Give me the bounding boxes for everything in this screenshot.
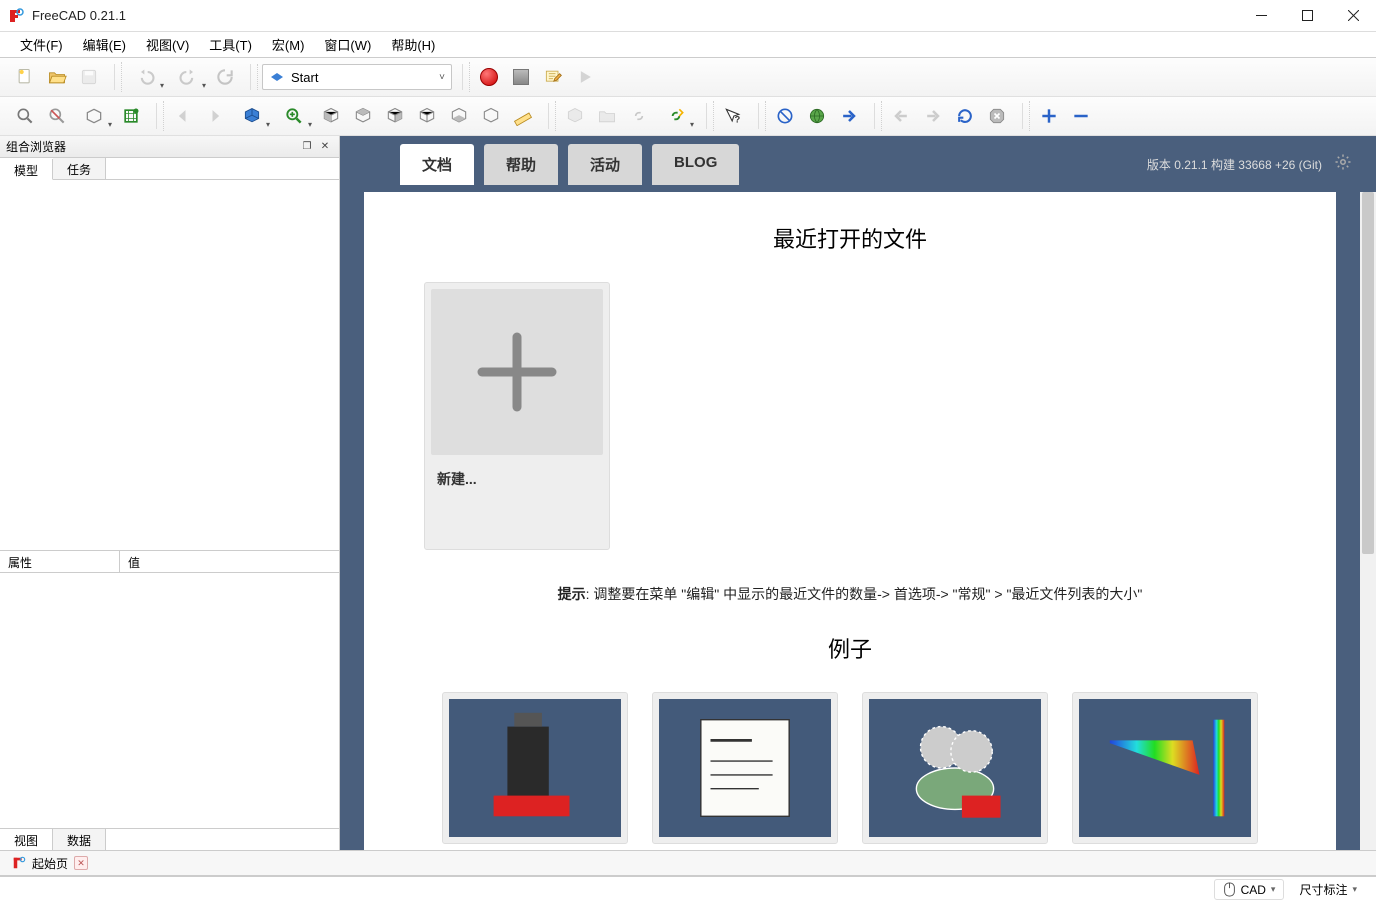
document-tab-close[interactable]: ✕ <box>74 856 88 870</box>
link-actions-button[interactable] <box>656 101 696 131</box>
start-tab-activity[interactable]: 活动 <box>568 144 642 185</box>
combo-view-panel: 组合浏览器 ❐ ✕ 模型 任务 属性 值 视图 数据 <box>0 136 340 850</box>
web-home-button[interactable] <box>802 101 832 131</box>
new-file-button[interactable] <box>10 62 40 92</box>
property-body[interactable] <box>0 573 339 828</box>
refresh-button[interactable] <box>210 62 240 92</box>
start-tab-blog[interactable]: BLOG <box>652 144 739 185</box>
web-fwd-button[interactable] <box>918 101 948 131</box>
toolbar-view: ? <box>0 97 1376 136</box>
macro-record-button[interactable] <box>474 62 504 92</box>
document-tab-start[interactable]: 起始页 ✕ <box>4 851 96 876</box>
nav-forward-button[interactable] <box>200 101 230 131</box>
view-bottom-button[interactable] <box>444 101 474 131</box>
dimension-selector[interactable]: 尺寸标注 ▾ <box>1290 878 1366 901</box>
prop-tab-view[interactable]: 视图 <box>0 829 53 850</box>
web-reload-button[interactable] <box>950 101 980 131</box>
nav-back-button[interactable] <box>168 101 198 131</box>
example-card-3[interactable] <box>862 692 1048 844</box>
freecad-icon <box>12 856 26 870</box>
document-tab-bar: 起始页 ✕ <box>0 850 1376 876</box>
measure-button[interactable] <box>508 101 538 131</box>
maximize-button[interactable] <box>1284 0 1330 32</box>
examples-heading: 例子 <box>424 632 1276 664</box>
whats-this-button[interactable]: ? <box>718 101 748 131</box>
close-button[interactable] <box>1330 0 1376 32</box>
nav-style-selector[interactable]: CAD ▾ <box>1214 879 1285 900</box>
link-make-button[interactable] <box>624 101 654 131</box>
fit-selection-button[interactable] <box>42 101 72 131</box>
menu-view[interactable]: 视图(V) <box>136 31 199 58</box>
hint-text: 提示: 调整要在菜单 "编辑" 中显示的最近文件的数量-> 首选项-> "常规"… <box>424 584 1276 604</box>
web-next-button[interactable] <box>834 101 864 131</box>
menu-file[interactable]: 文件(F) <box>10 31 73 58</box>
title-bar: FreeCAD 0.21.1 <box>0 0 1376 32</box>
workbench-selector[interactable]: Start ˅ <box>262 64 452 90</box>
view-rear-button[interactable] <box>412 101 442 131</box>
new-document-card[interactable]: 新建... <box>424 282 610 550</box>
menu-bar: 文件(F) 编辑(E) 视图(V) 工具(T) 宏(M) 窗口(W) 帮助(H) <box>0 32 1376 58</box>
example-card-4[interactable] <box>1072 692 1258 844</box>
zoom-button[interactable] <box>274 101 314 131</box>
vertical-scrollbar[interactable] <box>1360 192 1376 850</box>
viewport: 文档 帮助 活动 BLOG 版本 0.21.1 构建 33668 +26 (Gi… <box>340 136 1376 850</box>
web-cancel-button[interactable] <box>982 101 1012 131</box>
recent-files-heading: 最近打开的文件 <box>424 222 1276 254</box>
property-header: 属性 值 <box>0 551 339 573</box>
document-tab-label: 起始页 <box>32 855 68 872</box>
new-document-label: 新建... <box>431 455 603 503</box>
redo-button[interactable] <box>168 62 208 92</box>
menu-help[interactable]: 帮助(H) <box>381 31 445 58</box>
macro-edit-button[interactable] <box>538 62 568 92</box>
start-tab-documents[interactable]: 文档 <box>400 144 474 185</box>
make-part-button[interactable] <box>560 101 590 131</box>
status-bar: CAD ▾ 尺寸标注 ▾ <box>0 876 1376 902</box>
panel-close-button[interactable]: ✕ <box>317 139 333 155</box>
save-file-button[interactable] <box>74 62 104 92</box>
zoom-out-button[interactable] <box>1066 101 1096 131</box>
start-tab-help[interactable]: 帮助 <box>484 144 558 185</box>
panel-undock-button[interactable]: ❐ <box>299 139 315 155</box>
view-top-button[interactable] <box>348 101 378 131</box>
fit-all-button[interactable] <box>10 101 40 131</box>
workbench-selected-label: Start <box>291 70 318 85</box>
mouse-icon <box>1223 882 1236 897</box>
model-tree[interactable] <box>0 180 339 550</box>
make-group-button[interactable] <box>592 101 622 131</box>
svg-text:?: ? <box>735 115 741 125</box>
app-logo-icon <box>8 8 24 24</box>
example-card-1[interactable] <box>442 692 628 844</box>
macro-stop-button[interactable] <box>506 62 536 92</box>
undo-button[interactable] <box>126 62 166 92</box>
macro-play-button[interactable] <box>570 62 600 92</box>
draw-style-button[interactable] <box>74 101 114 131</box>
combo-tab-task[interactable]: 任务 <box>53 158 106 179</box>
version-label: 版本 0.21.1 构建 33668 +26 (Git) <box>1147 156 1322 173</box>
menu-windows[interactable]: 窗口(W) <box>314 31 381 58</box>
menu-tools[interactable]: 工具(T) <box>199 31 262 58</box>
menu-edit[interactable]: 编辑(E) <box>73 31 136 58</box>
plus-icon <box>472 327 562 417</box>
window-title: FreeCAD 0.21.1 <box>32 8 1238 23</box>
web-stop-button[interactable] <box>770 101 800 131</box>
combo-view-title: 组合浏览器 <box>6 138 66 155</box>
open-file-button[interactable] <box>42 62 72 92</box>
zoom-in-button[interactable] <box>1034 101 1064 131</box>
start-page-body: 最近打开的文件 新建... 提示: 调整要在菜单 "编辑" 中显示的最近文件的数… <box>364 192 1336 850</box>
prop-tab-data[interactable]: 数据 <box>53 829 106 850</box>
web-prev-button[interactable] <box>886 101 916 131</box>
view-right-button[interactable] <box>380 101 410 131</box>
property-col-attr: 属性 <box>0 551 120 572</box>
toolbar-file: Start ˅ <box>0 58 1376 97</box>
view-left-button[interactable] <box>476 101 506 131</box>
minimize-button[interactable] <box>1238 0 1284 32</box>
example-card-2[interactable] <box>652 692 838 844</box>
view-front-button[interactable] <box>316 101 346 131</box>
start-settings-button[interactable] <box>1334 153 1352 176</box>
menu-macro[interactable]: 宏(M) <box>262 31 315 58</box>
combo-tab-model[interactable]: 模型 <box>0 159 53 180</box>
bounding-box-button[interactable] <box>116 101 146 131</box>
isometric-button[interactable] <box>232 101 272 131</box>
property-col-val: 值 <box>120 551 148 572</box>
